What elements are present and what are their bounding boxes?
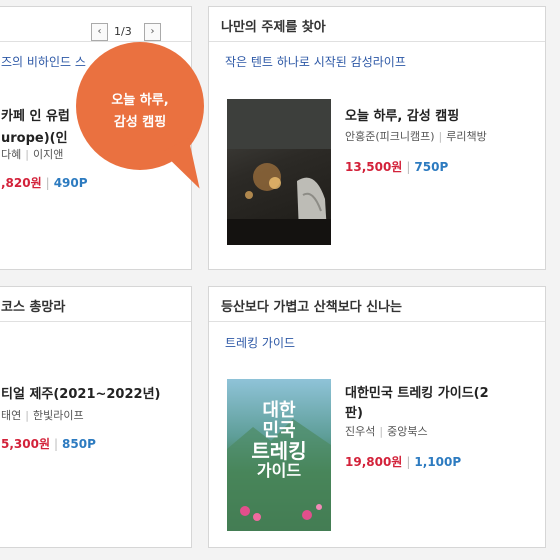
prev-page-button[interactable]: ‹ [91, 23, 108, 41]
book-panel-bottom-right: 등산보다 가볍고 산책보다 신나는 트레킹 가이드 대한 민국 트레킹 가이드 … [208, 286, 546, 548]
book-title-link[interactable]: 대한민국 트레킹 가이드(2 판) [345, 384, 489, 424]
panel-subtitle-link[interactable]: 작은 텐트 하나로 시작된 감성라이프 [225, 53, 406, 70]
book-author: 진우석 [345, 425, 376, 438]
book-meta: 다혜 | 이지앤 [1, 148, 64, 161]
panel-header: 코스 총망라 [0, 287, 191, 322]
panel-header: ‹ 1/3 › [0, 7, 191, 42]
book-title-link[interactable]: 티얼 제주(2021~2022년) [1, 383, 160, 402]
book-points: 1,100P [414, 455, 462, 469]
book-author: 태연 [1, 409, 22, 422]
book-points: 850P [62, 437, 96, 451]
page-count: 1/3 [114, 25, 132, 38]
chevron-right-icon: › [150, 26, 155, 37]
panel-header: 나만의 주제를 찾아 [209, 7, 545, 42]
cover-title: 대한 민국 트레킹 가이드 [251, 400, 307, 481]
book-price: 5,300원 [1, 437, 50, 451]
price-row: 19,800원 | 1,100P [345, 455, 462, 469]
book-publisher: 한빛라이프 [32, 409, 84, 422]
book-price: ,820원 [1, 176, 42, 190]
book-publisher: 중앙북스 [387, 425, 428, 438]
book-publisher: 이지앤 [32, 148, 64, 161]
panel-title: 나만의 주제를 찾아 [221, 20, 326, 35]
book-meta: 안홍준(피크니캠프) | 루리책방 [345, 130, 487, 143]
next-page-button[interactable]: › [144, 23, 161, 41]
book-publisher: 루리책방 [446, 130, 487, 143]
book-panel-top-right: 나만의 주제를 찾아 작은 텐트 하나로 시작된 감성라이프 오늘 하루, 감성… [208, 6, 546, 270]
book-meta: 진우석 | 중앙북스 [345, 425, 428, 438]
price-row: ,820원 | 490P [1, 176, 88, 190]
price-row: 13,500원 | 750P [345, 160, 449, 174]
panel-title: 코스 총망라 [1, 300, 66, 315]
panel-header: 등산보다 가볍고 산책보다 신나는 [209, 287, 545, 322]
panel-subtitle-link[interactable]: 즈의 비하인드 스 [1, 53, 86, 70]
chevron-left-icon: ‹ [97, 26, 102, 37]
cover-photo-icon [227, 99, 331, 245]
book-price: 19,800원 [345, 455, 403, 469]
book-author: 안홍준(피크니캠프) [345, 130, 435, 143]
bubble-text: 오늘 하루, 감성 캠핑 [111, 93, 169, 130]
panel-subtitle-link[interactable]: 트레킹 가이드 [225, 334, 295, 351]
book-meta: 태연 | 한빛라이프 [1, 409, 84, 422]
book-title-link[interactable]: 오늘 하루, 감성 캠핑 [345, 105, 459, 124]
book-title-link[interactable]: 카페 인 유럽 urope)(인 [1, 106, 70, 150]
price-row: 5,300원 | 850P [1, 437, 96, 451]
book-panel-bottom-left: 코스 총망라 티얼 제주(2021~2022년) 태연 | 한빛라이프 5,300원… [0, 286, 192, 548]
book-cover[interactable] [227, 99, 331, 245]
panel-title: 등산보다 가볍고 산책보다 신나는 [221, 300, 403, 315]
book-points: 750P [414, 160, 449, 174]
book-cover[interactable]: 대한 민국 트레킹 가이드 [227, 379, 331, 531]
book-author: 다혜 [1, 148, 22, 161]
book-price: 13,500원 [345, 160, 403, 174]
book-points: 490P [53, 176, 88, 190]
